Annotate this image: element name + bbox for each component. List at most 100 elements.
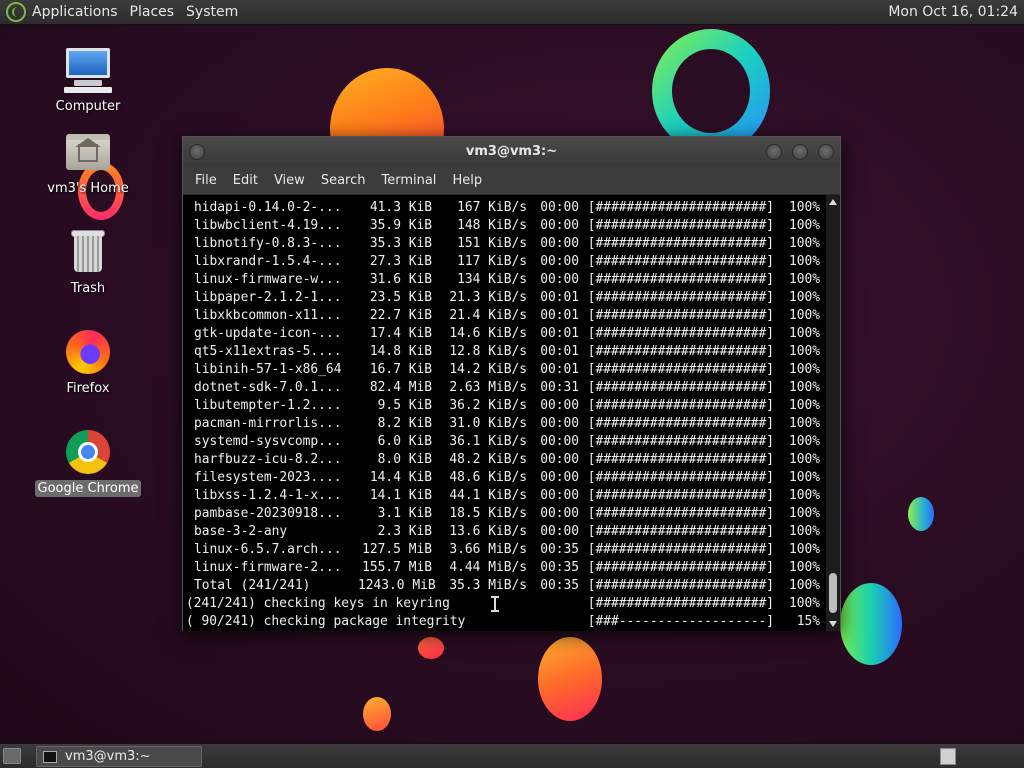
progress-percent: 100% [788, 416, 820, 431]
package-size: 35.9 KiB [369, 218, 432, 233]
elapsed-time: 00:01 [540, 344, 579, 359]
package-size: 41.3 KiB [369, 200, 432, 215]
menu-view[interactable]: View [266, 173, 313, 188]
terminal-line: libnotify-0.8.3-... 35.3 KiB 151 KiB/s 00:0… [186, 235, 827, 253]
package-name: libxss-1.2.4-1-x... [194, 488, 342, 503]
elapsed-time: 00:00 [540, 524, 579, 539]
status-message: (241/241) checking keys in keyring [186, 596, 450, 611]
distro-logo-icon[interactable] [6, 2, 26, 22]
firefox-icon [64, 328, 112, 376]
desktop-icon-home[interactable]: vm3's Home [28, 128, 148, 197]
desktop-icon-trash[interactable]: Trash [28, 228, 148, 297]
package-name: systemd-sysvcomp... [194, 434, 342, 449]
progress-bar-text: [######################] [587, 578, 774, 593]
download-speed: 21.4 KiB/s [449, 308, 527, 323]
package-name: linux-firmware-w... [194, 272, 342, 287]
menu-edit[interactable]: Edit [225, 173, 266, 188]
top-panel: Applications Places System Mon Oct 16, 0… [0, 0, 1024, 25]
progress-percent: 100% [788, 290, 820, 305]
elapsed-time: 00:01 [540, 290, 579, 305]
elapsed-time: 00:00 [540, 200, 579, 215]
progress-bar-text: [######################] [587, 542, 774, 557]
scrollbar-thumb[interactable] [829, 573, 837, 613]
download-speed: 134 KiB/s [457, 272, 527, 287]
elapsed-time: 00:00 [540, 452, 579, 467]
download-speed: 36.2 KiB/s [449, 398, 527, 413]
terminal-scrollbar[interactable] [826, 195, 840, 631]
progress-bar-text: [######################] [587, 308, 774, 323]
window-menu-button[interactable] [189, 144, 205, 160]
package-size: 27.3 KiB [369, 254, 432, 269]
progress-percent: 100% [788, 488, 820, 503]
scroll-down-arrow-icon[interactable] [829, 621, 837, 627]
desktop-icon-label: Google Chrome [34, 480, 142, 497]
progress-percent: 100% [788, 470, 820, 485]
desktop-icon-firefox[interactable]: Firefox [28, 328, 148, 397]
download-speed: 35.3 MiB/s [449, 578, 527, 593]
desktop-icon-chrome[interactable]: Google Chrome [28, 428, 148, 497]
terminal-line: Total (241/241) 1243.0 MiB 35.3 MiB/s 00:35… [186, 577, 827, 595]
panel-clock[interactable]: Mon Oct 16, 01:24 [888, 4, 1018, 20]
window-titlebar[interactable]: vm3@vm3:~ [183, 137, 840, 167]
progress-percent: 100% [788, 380, 820, 395]
terminal-line: pacman-mirrorlis... 8.2 KiB 31.0 KiB/s 00:0… [186, 415, 827, 433]
progress-bar-text: [######################] [587, 218, 774, 233]
desktop-icon-label: vm3's Home [47, 181, 129, 196]
terminal-line: systemd-sysvcomp... 6.0 KiB 36.1 KiB/s 00:0… [186, 433, 827, 451]
package-size: 155.7 MiB [362, 560, 432, 575]
package-size: 6.0 KiB [377, 434, 432, 449]
window-title: vm3@vm3:~ [465, 144, 558, 159]
elapsed-time: 00:00 [540, 488, 579, 503]
package-name: linux-6.5.7.arch... [194, 542, 342, 557]
desktop-icon-computer[interactable]: Computer [28, 46, 148, 115]
menu-system[interactable]: System [186, 4, 246, 20]
progress-percent: 100% [788, 326, 820, 341]
taskbar-terminal-button[interactable]: vm3@vm3:~ [36, 746, 202, 767]
terminal-line: libxss-1.2.4-1-x... 14.1 KiB 44.1 KiB/s 00:… [186, 487, 827, 505]
package-name: linux-firmware-2... [194, 560, 342, 575]
progress-bar-text: [######################] [587, 236, 774, 251]
elapsed-time: 00:35 [540, 542, 579, 557]
progress-bar-text: [######################] [587, 200, 774, 215]
elapsed-time: 00:35 [540, 578, 579, 593]
menu-help[interactable]: Help [444, 173, 490, 188]
menu-places[interactable]: Places [130, 4, 183, 20]
terminal-line: harfbuzz-icu-8.2... 8.0 KiB 48.2 KiB/s 00:0… [186, 451, 827, 469]
terminal-window[interactable]: vm3@vm3:~ File Edit View Search Terminal… [182, 136, 841, 631]
package-size: 8.2 KiB [377, 416, 432, 431]
wallpaper-green-ring [652, 29, 770, 153]
package-size: 82.4 MiB [369, 380, 432, 395]
status-message: ( 90/241) checking package integrity [186, 614, 466, 629]
package-name: libinih-57-1-x86_64 [194, 362, 342, 377]
terminal-line: base-3-2-any 2.3 KiB 13.6 KiB/s 00:00 [#####… [186, 523, 827, 541]
terminal-line: libxkbcommon-x11... 22.7 KiB 21.4 KiB/s 00:… [186, 307, 827, 325]
close-button[interactable] [818, 144, 834, 160]
progress-percent: 100% [788, 308, 820, 323]
show-desktop-icon[interactable] [3, 748, 21, 764]
download-speed: 117 KiB/s [457, 254, 527, 269]
terminal-line: (241/241) checking keys in keyring [#####… [186, 595, 827, 613]
menu-terminal[interactable]: Terminal [373, 173, 444, 188]
progress-percent: 100% [788, 542, 820, 557]
menu-applications[interactable]: Applications [32, 4, 126, 20]
menu-search[interactable]: Search [313, 173, 374, 188]
download-speed: 21.3 KiB/s [449, 290, 527, 305]
terminal-output[interactable]: hidapi-0.14.0-2-... 41.3 KiB 167 KiB/s 00:0… [183, 195, 827, 631]
trash-icon [64, 228, 112, 276]
scroll-up-arrow-icon[interactable] [829, 199, 837, 205]
package-name: hidapi-0.14.0-2-... [194, 200, 342, 215]
package-name: libnotify-0.8.3-... [194, 236, 342, 251]
menu-file[interactable]: File [187, 173, 225, 188]
workspace-switcher[interactable] [940, 748, 956, 765]
maximize-button[interactable] [792, 144, 808, 160]
desktop-icon-label: Firefox [66, 381, 110, 396]
terminal-line: linux-6.5.7.arch... 127.5 MiB 3.66 MiB/s 00… [186, 541, 827, 559]
elapsed-time: 00:00 [540, 236, 579, 251]
download-speed: 14.6 KiB/s [449, 326, 527, 341]
minimize-button[interactable] [766, 144, 782, 160]
chrome-icon [64, 428, 112, 476]
progress-percent: 100% [788, 362, 820, 377]
progress-bar-text: [######################] [587, 416, 774, 431]
wallpaper-teal-bubble [908, 497, 934, 531]
download-speed: 13.6 KiB/s [449, 524, 527, 539]
